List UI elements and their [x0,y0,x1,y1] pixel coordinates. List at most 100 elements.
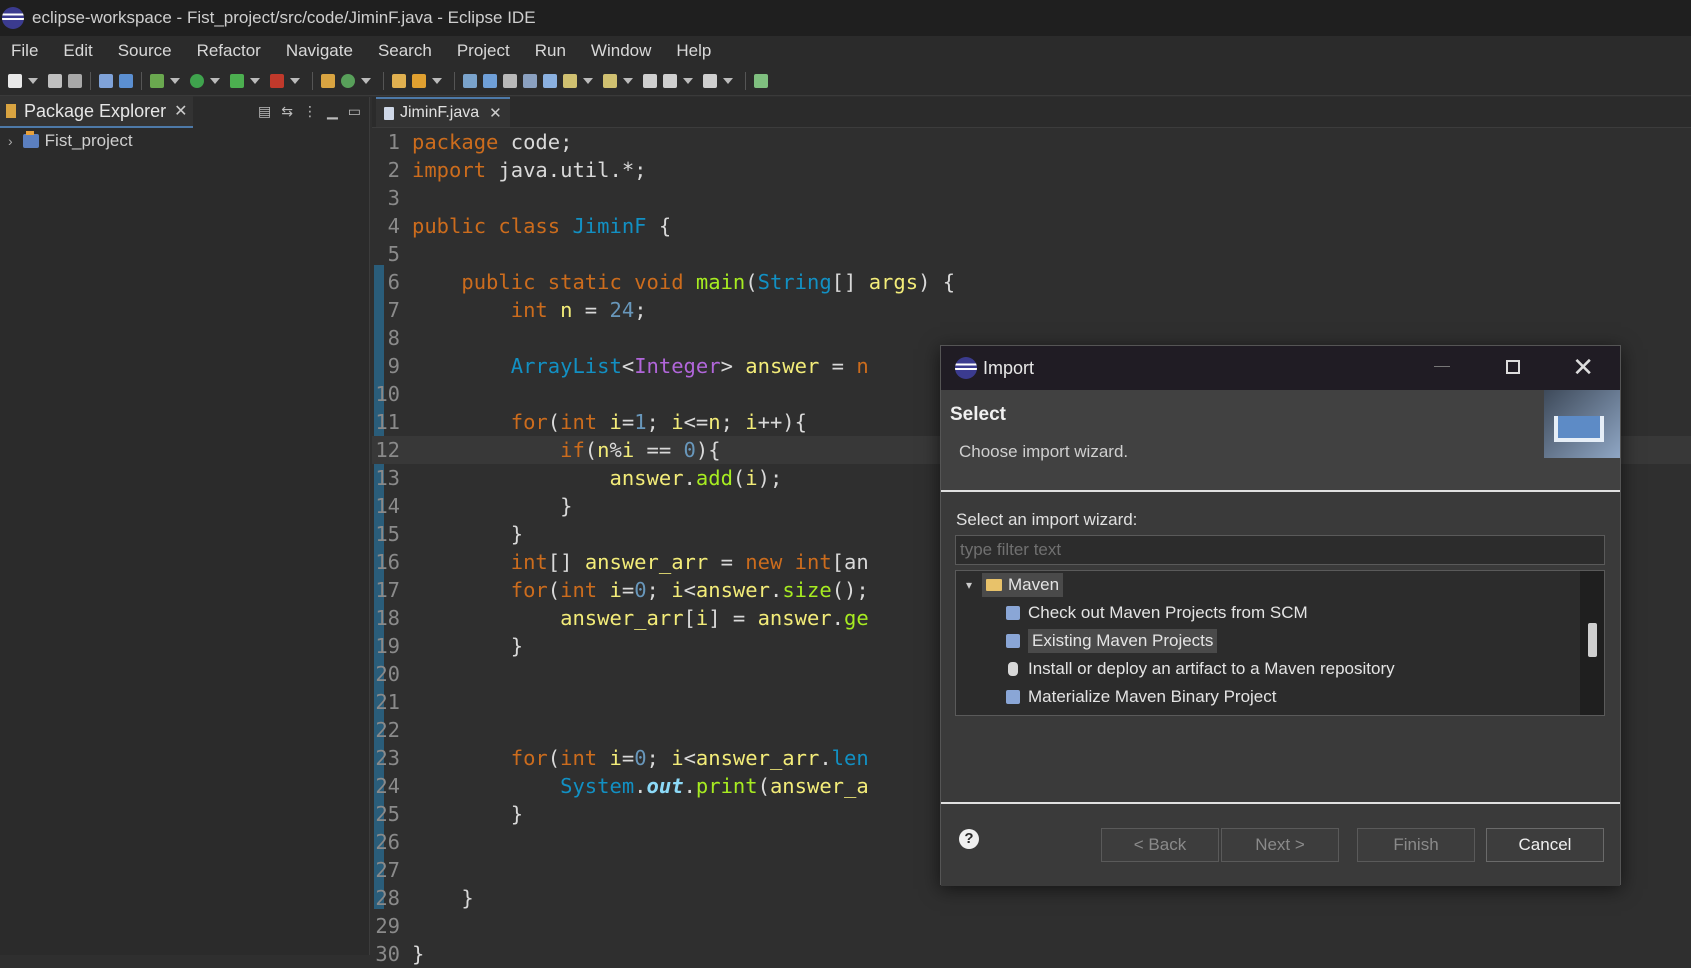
import-banner-icon [1544,390,1620,458]
tab-package-explorer[interactable]: Package Explorer ✕ [0,96,194,128]
block-selection-icon[interactable] [523,73,537,88]
back-dropdown-icon[interactable] [683,77,693,84]
menu-run[interactable]: Run [524,41,580,61]
finish-button[interactable]: Finish [1357,828,1475,862]
tree-item[interactable]: Materialize Maven Binary Project [956,683,1604,711]
search-icon[interactable] [412,73,426,88]
code-line: 28 } [375,886,474,910]
java-project-icon [22,131,39,148]
artifact-jar-icon [1008,662,1018,676]
tab-jiminf-java[interactable]: JiminF.java ✕ [376,97,510,127]
terminal-icon[interactable] [99,73,113,88]
menu-bar: File Edit Source Refactor Navigate Searc… [0,36,1691,66]
view-menu-icon[interactable]: ⋮ [303,103,317,120]
tree-item[interactable]: Check out Maven Projects from SCM [956,599,1604,627]
link-with-editor-icon[interactable]: ⇆ [281,103,293,120]
close-icon[interactable]: ✕ [489,104,502,122]
tree-scrollbar[interactable] [1580,571,1604,715]
menu-refactor[interactable]: Refactor [186,41,275,61]
menu-navigate[interactable]: Navigate [275,41,367,61]
new-java-class-icon[interactable] [341,73,355,88]
word-wrap-icon[interactable] [503,73,517,88]
filter-input[interactable] [955,535,1605,565]
minimize-icon[interactable] [1434,366,1450,367]
package-explorer-icon [6,104,16,118]
next-button[interactable]: Next > [1221,828,1339,862]
menu-file[interactable]: File [0,41,52,61]
help-icon[interactable]: ? [959,829,979,849]
run-dropdown-icon[interactable] [210,77,220,84]
coverage-dropdown-icon[interactable] [250,77,260,84]
dialog-title: Import [983,357,1035,378]
menu-window[interactable]: Window [580,41,665,61]
menu-help[interactable]: Help [665,41,725,61]
scrollbar-thumb[interactable] [1588,623,1597,657]
new-icon[interactable] [8,73,22,88]
tree-item-label: Materialize Maven Binary Project [1028,687,1277,706]
dialog-title-bar[interactable]: Import ✕ [941,346,1620,390]
external-tools-dropdown-icon[interactable] [290,77,300,84]
debug-dropdown-icon[interactable] [170,77,180,84]
tree-category-label: Maven [1008,575,1060,594]
wizard-footer: ? < Back Next > Finish Cancel [941,802,1620,886]
chevron-right-icon[interactable]: › [8,133,13,149]
maven-wizard-icon [1006,634,1020,648]
tree-category-maven[interactable]: ▾ Maven [956,571,1604,599]
chevron-down-icon[interactable]: ▾ [962,578,976,592]
open-perspective-icon[interactable] [754,73,768,88]
close-icon[interactable]: ✕ [174,101,187,121]
minimize-icon[interactable]: ▁ [327,103,338,120]
tree-item-selected[interactable]: Existing Maven Projects [956,627,1604,655]
package-explorer-tabbar: Package Explorer ✕ ▤ ⇆ ⋮ ▁ ▭ [0,96,369,128]
open-type-icon[interactable] [392,73,406,88]
maximize-icon[interactable]: ▭ [348,103,361,120]
next-annotation-dropdown-icon[interactable] [583,77,593,84]
code-line: 5 [387,242,400,266]
coverage-icon[interactable] [230,73,244,88]
new-dropdown-icon[interactable] [28,77,38,84]
editor-tabbar: JiminF.java ✕ [372,97,1691,128]
tree-category-selection: Maven [982,573,1064,597]
previous-annotation-icon[interactable] [603,73,617,88]
toggle-breadcrumb-icon[interactable] [463,73,477,88]
code-line: 6 public static void main(String[] args)… [387,270,956,294]
wizard-tree: ▾ Maven Check out Maven Projects from SC… [955,570,1605,716]
mark-occurrences-icon[interactable] [483,73,497,88]
code-line: 4 public class JiminF { [387,214,672,238]
last-edit-location-icon[interactable] [643,73,657,88]
show-whitespace-icon[interactable] [543,73,557,88]
back-icon[interactable] [663,73,677,88]
run-icon[interactable] [190,73,204,88]
next-annotation-icon[interactable] [563,73,577,88]
tab-label: Package Explorer [24,100,167,121]
close-icon[interactable]: ✕ [1572,352,1594,383]
external-tools-icon[interactable] [270,73,284,88]
cancel-button[interactable]: Cancel [1486,828,1604,862]
new-java-package-icon[interactable] [321,73,335,88]
main-toolbar [0,66,1691,96]
previous-annotation-dropdown-icon[interactable] [623,77,633,84]
search-dropdown-icon[interactable] [432,77,442,84]
tab-label: JiminF.java [400,104,480,121]
forward-dropdown-icon[interactable] [723,77,733,84]
wizard-subheading: Choose import wizard. [959,442,1129,461]
project-name: Fist_project [44,131,133,150]
save-all-icon[interactable] [68,73,82,88]
toolbar-separator [141,71,142,90]
collapse-all-icon[interactable]: ▤ [258,103,271,120]
forward-icon[interactable] [703,73,717,88]
skip-breakpoints-icon[interactable] [119,73,133,88]
save-icon[interactable] [48,73,62,88]
new-class-dropdown-icon[interactable] [361,77,371,84]
toolbar-separator [312,71,313,90]
menu-source[interactable]: Source [107,41,186,61]
tree-item-project[interactable]: › Fist_project [0,127,369,155]
menu-project[interactable]: Project [446,41,524,61]
debug-icon[interactable] [150,73,164,88]
menu-search[interactable]: Search [367,41,446,61]
back-button[interactable]: < Back [1101,828,1219,862]
select-wizard-label: Select an import wizard: [956,510,1138,529]
maximize-icon[interactable] [1506,360,1520,374]
tree-item[interactable]: Install or deploy an artifact to a Maven… [956,655,1604,683]
menu-edit[interactable]: Edit [52,41,106,61]
